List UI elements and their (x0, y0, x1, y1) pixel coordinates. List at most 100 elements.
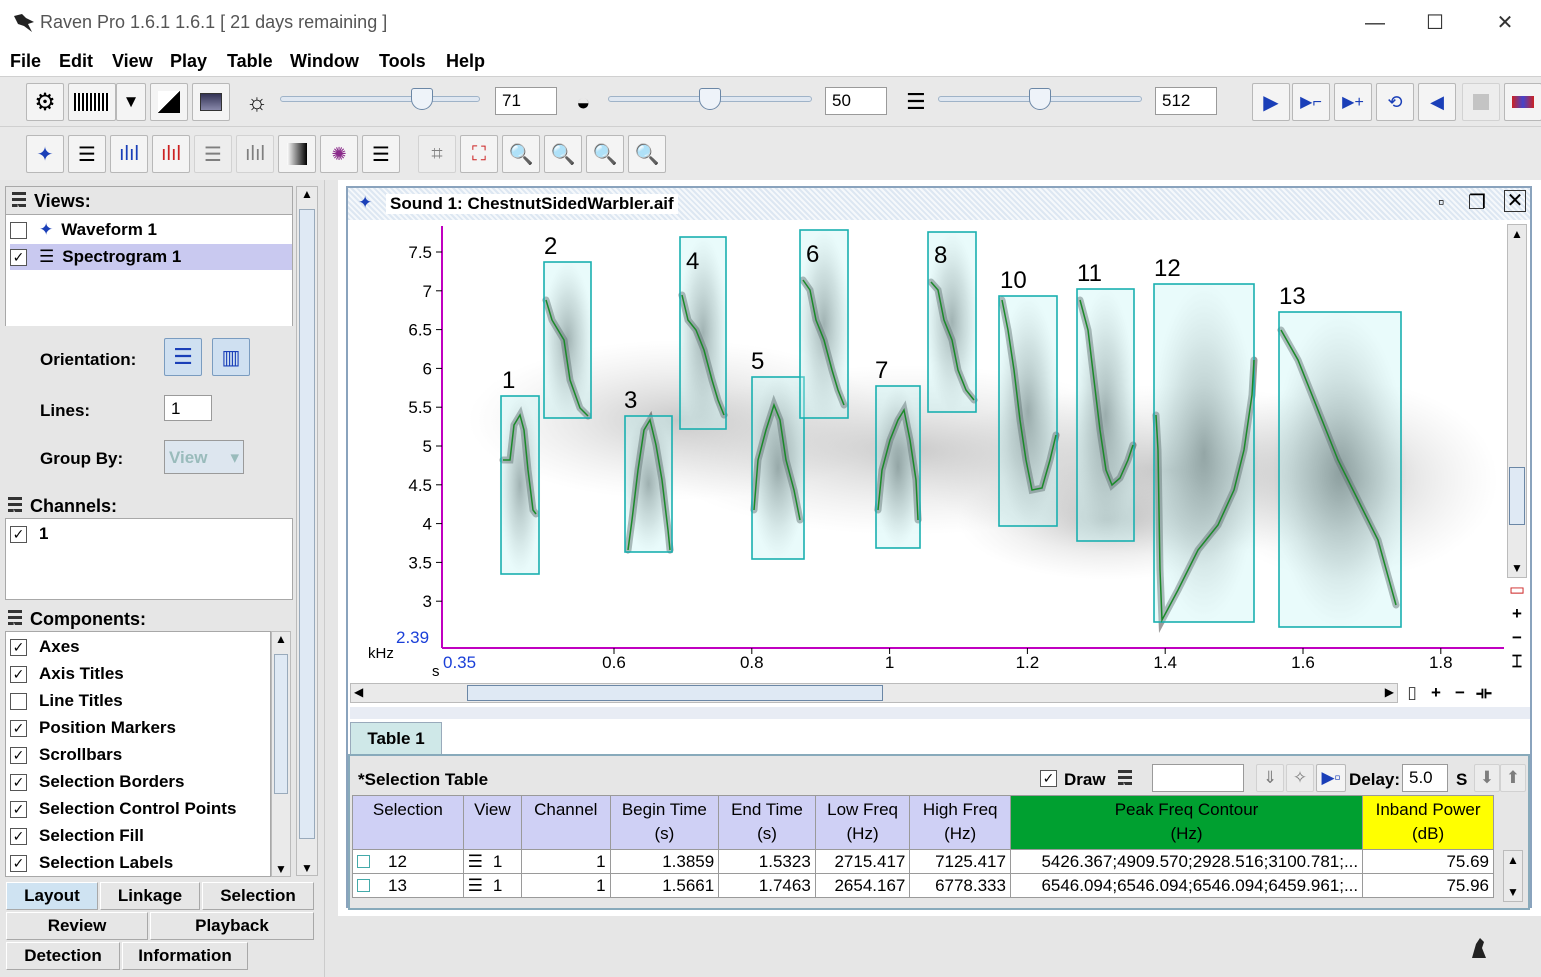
checkbox[interactable]: ✓ (10, 827, 27, 845)
table-cell[interactable]: 2715.417 (814, 849, 911, 874)
brightness-field[interactable]: 71 (495, 87, 557, 115)
orientation-vertical-button[interactable]: ▥ (212, 338, 250, 376)
zoom-in-y-button[interactable]: 🔍 (586, 135, 624, 173)
invert-colormap-button[interactable] (150, 83, 188, 121)
fit-horizontal-icon[interactable]: ▯ (1402, 683, 1422, 705)
new-spectrum-red-button[interactable]: ılıl (152, 135, 190, 173)
checkbox[interactable]: ✓ (10, 800, 27, 818)
table-cell[interactable]: 75.69 (1362, 849, 1494, 874)
zoom-to-selection-button[interactable]: ⌗ (418, 135, 456, 173)
restore-icon[interactable]: ❐ (1468, 190, 1486, 215)
activate-selection-button[interactable]: ✧ (1286, 764, 1314, 792)
vertical-scroll-thumb[interactable] (1509, 467, 1525, 525)
draw-checkbox[interactable]: ✓ (1040, 770, 1057, 787)
table-cell[interactable]: ☰ 1 (462, 873, 523, 898)
selection-box[interactable] (1153, 283, 1255, 623)
play-button[interactable]: ▶ (1252, 83, 1290, 121)
column-header[interactable]: Selection (352, 795, 464, 850)
colormap-dropdown[interactable]: ▼ (116, 83, 146, 121)
checkbox[interactable]: ✓ (10, 773, 27, 791)
checkbox[interactable]: ✓ (10, 248, 27, 266)
column-header[interactable]: End Time (s) (718, 795, 816, 850)
components-scrollbar[interactable]: ▲ ▼ (271, 631, 291, 877)
gradient-view-button[interactable] (278, 135, 316, 173)
table-cell[interactable]: 6778.333 (909, 873, 1011, 898)
selection-box[interactable] (751, 376, 805, 560)
menu-file[interactable]: File (10, 51, 41, 72)
full-vertical-icon[interactable]: ⌶ (1507, 652, 1527, 676)
horizontal-scroll-thumb[interactable] (467, 685, 883, 701)
component-item-position-markers[interactable]: ✓ Position Markers (10, 715, 176, 741)
scroll-left-icon[interactable]: ◀ (354, 685, 363, 699)
table-cell[interactable]: 1.3859 (609, 849, 720, 874)
tab-linkage[interactable]: Linkage (100, 882, 200, 910)
contrast-field[interactable]: 50 (825, 87, 887, 115)
menu-window[interactable]: Window (290, 51, 359, 72)
new-waveform-button[interactable]: ✦ (26, 135, 64, 173)
panel-splitter[interactable] (324, 180, 338, 977)
column-header[interactable]: Begin Time (s) (609, 795, 720, 850)
component-item-scrollbars[interactable]: ✓ Scrollbars (10, 742, 122, 768)
table-row[interactable]: 13 ☰ 1 1 1.5661 1.7463 2654.167 6778.333 6546.09… (352, 873, 1494, 898)
play-loop-button[interactable]: ⟲ (1376, 83, 1414, 121)
zoom-out-horizontal-icon[interactable]: − (1450, 683, 1470, 705)
size-field[interactable]: 512 (1155, 87, 1217, 115)
close-icon[interactable]: ✕ (1504, 190, 1526, 212)
column-header[interactable]: Peak Freq Contour (Hz) (1009, 795, 1364, 850)
component-item-selection-borders[interactable]: ✓ Selection Borders (10, 769, 185, 795)
new-slice-spectrum-button[interactable]: ılıl (236, 135, 274, 173)
checkbox[interactable]: ✓ (10, 854, 27, 872)
zoom-in-vertical-icon[interactable]: + (1507, 604, 1527, 628)
minimize-button[interactable]: — (1345, 4, 1405, 42)
menu-help[interactable]: Help (446, 51, 485, 72)
delay-field[interactable]: 5.0 (1402, 764, 1448, 792)
scroll-down-icon[interactable]: ▼ (301, 861, 313, 875)
checkbox[interactable]: ✓ (10, 746, 27, 764)
play-selection-button[interactable]: ▶+ (1334, 83, 1372, 121)
scroll-down-icon[interactable]: ▼ (1511, 561, 1523, 575)
prev-selection-button[interactable]: ⇓ (1256, 764, 1284, 792)
row-select-icon[interactable] (357, 878, 370, 892)
tab-table-1[interactable]: Table 1 (350, 722, 442, 756)
view-item-spectrogram[interactable]: ✓ ☰ Spectrogram 1 (10, 244, 292, 270)
channel-item[interactable]: ✓ 1 (10, 521, 48, 547)
side-panel-scrollbar[interactable]: ▲ ▼ (296, 186, 318, 876)
zoom-out-x-button[interactable]: 🔍 (544, 135, 582, 173)
column-header[interactable]: Low Freq (Hz) (814, 795, 911, 850)
tab-layout[interactable]: Layout (6, 882, 98, 910)
tab-detection[interactable]: Detection (6, 942, 120, 970)
zoom-in-horizontal-icon[interactable]: + (1426, 683, 1446, 705)
component-item-axes[interactable]: ✓ Axes (10, 634, 80, 660)
menu-view[interactable]: View (112, 51, 153, 72)
selection-box[interactable] (1076, 288, 1135, 542)
table-cell[interactable]: 13 (352, 873, 464, 898)
column-header[interactable]: Channel (521, 795, 611, 850)
table-cell[interactable]: 1 (521, 849, 611, 874)
scroll-right-icon[interactable]: ▶ (1385, 685, 1394, 699)
record-button[interactable] (1504, 83, 1541, 121)
table-cell[interactable]: 12 (352, 849, 464, 874)
zoom-out-vertical-icon[interactable]: − (1507, 628, 1527, 652)
table-cell[interactable]: 6546.094;6546.094;6546.094;6459.961;... (1009, 873, 1364, 898)
checkbox[interactable]: ✓ (10, 525, 27, 543)
view-item-waveform[interactable]: ✦ Waveform 1 (10, 217, 290, 243)
table-scrollbar[interactable]: ▲ ▼ (1503, 850, 1523, 902)
table-cell[interactable]: 7125.417 (909, 849, 1011, 874)
table-cell[interactable]: ☰ 1 (462, 849, 523, 874)
table-cell[interactable]: 5426.367;4909.570;2928.516;3100.781;... (1009, 849, 1364, 874)
new-slice-button[interactable]: ☰ (194, 135, 232, 173)
stop-button[interactable] (1462, 83, 1500, 121)
scroll-up-icon[interactable]: ▲ (275, 632, 287, 646)
tab-selection[interactable]: Selection (202, 882, 314, 910)
checkbox[interactable] (10, 221, 27, 239)
vertical-scrollbar[interactable]: ▲ ▼ (1507, 224, 1527, 578)
brightness-slider-knob[interactable] (411, 88, 433, 110)
table-cell[interactable]: 1.7463 (718, 873, 816, 898)
draw-style-icon[interactable] (1118, 770, 1132, 788)
menu-play[interactable]: Play (170, 51, 207, 72)
contrast-slider-knob[interactable] (699, 88, 721, 110)
selection-spectrogram-button[interactable]: ✺ (320, 135, 358, 173)
column-header[interactable]: View (462, 795, 523, 850)
component-item-line-titles[interactable]: Line Titles (10, 688, 123, 714)
lines-field[interactable]: 1 (164, 395, 212, 421)
